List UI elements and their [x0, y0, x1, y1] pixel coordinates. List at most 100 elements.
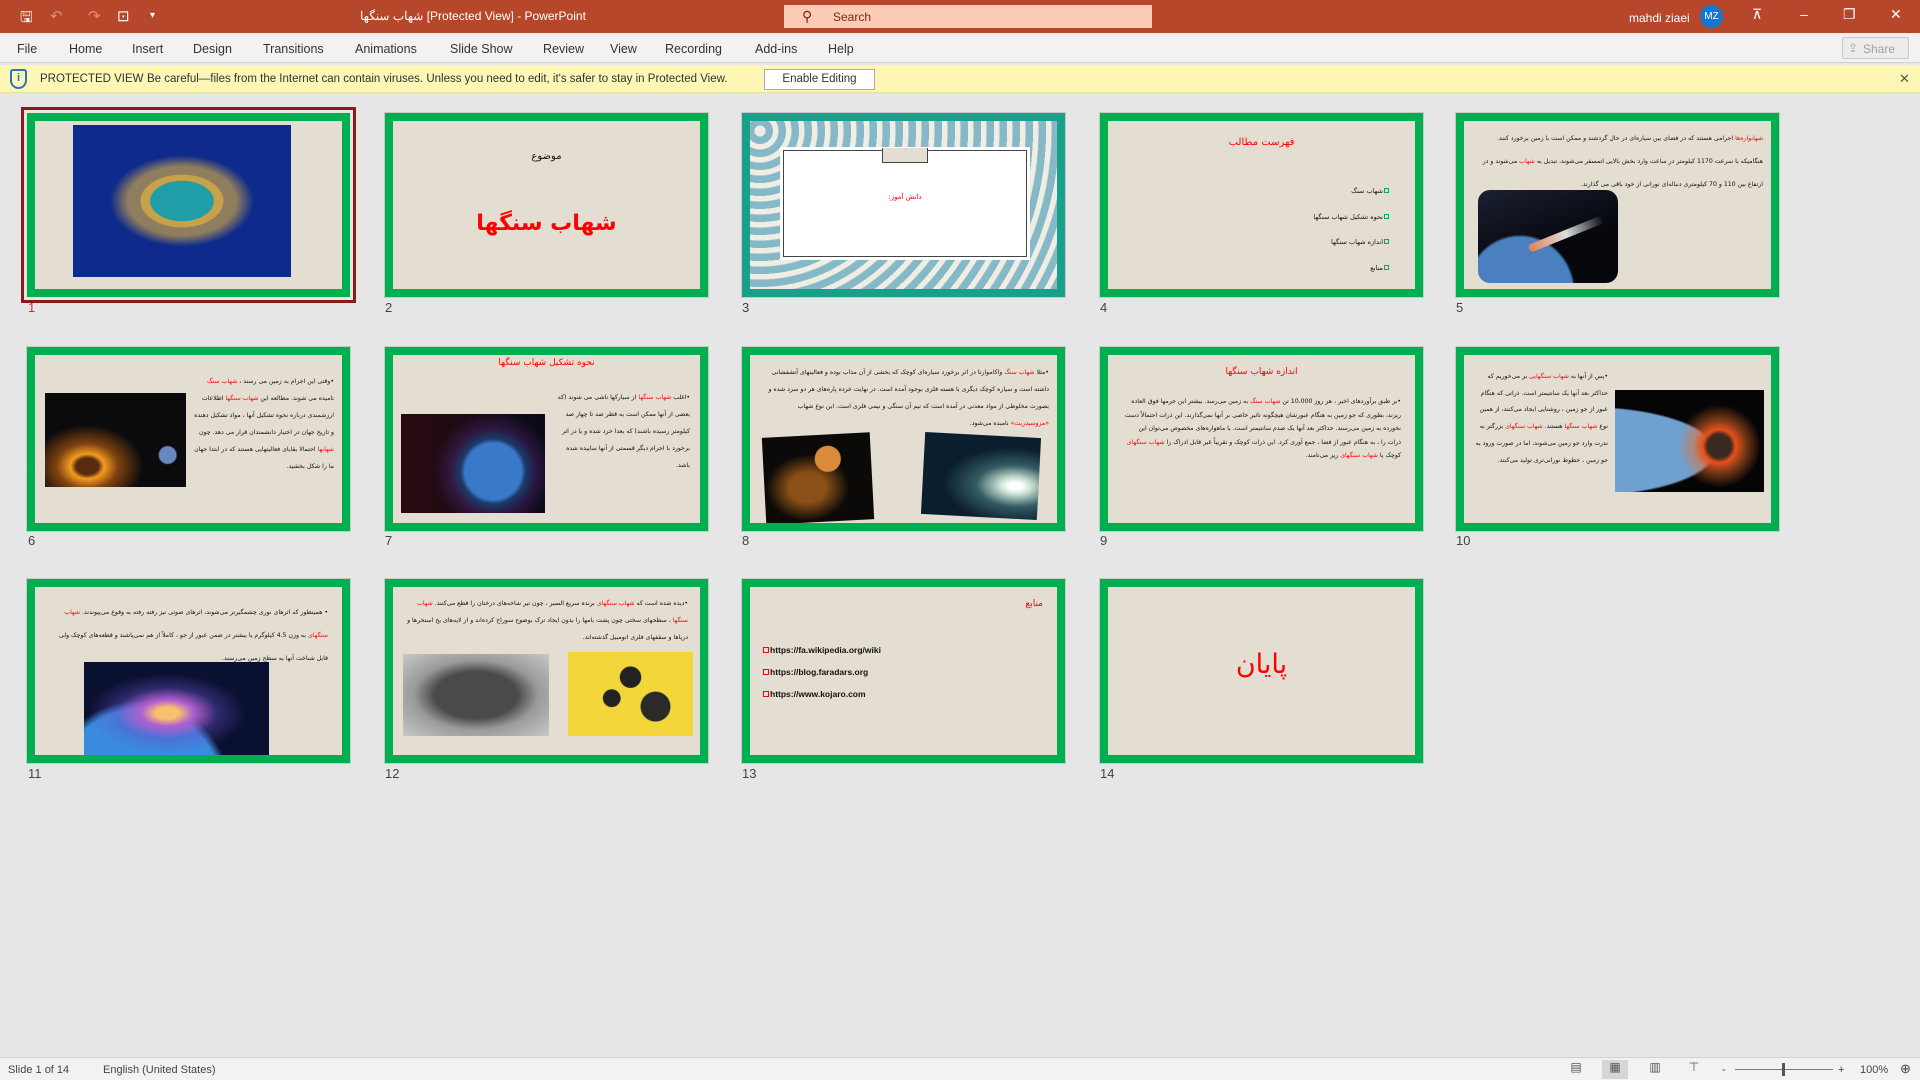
slide-thumbnail-10[interactable]: •پس از آنها به شهاب سنگهایی بر می‌خوریم …: [1455, 346, 1780, 532]
highlight-text: شهاب سنگهایی: [1529, 373, 1569, 380]
slide-thumbnail-13[interactable]: منابع https://fa.wikipedia.org/wiki https…: [741, 578, 1066, 764]
undo-icon[interactable]: ↶: [50, 7, 63, 25]
slide-thumbnail-5[interactable]: شهابواره‌ها اجرامی هستند که در فضای بین …: [1455, 112, 1780, 298]
slide-thumbnail-6[interactable]: •وقتی این اجرام به زمین می رسند ، شهاب س…: [26, 346, 351, 532]
ribbon-display-icon[interactable]: ⊼: [1752, 6, 1762, 23]
minimize-icon[interactable]: –: [1800, 6, 1808, 22]
slide-number: 7: [385, 533, 393, 548]
tab-slide-show[interactable]: Slide Show: [450, 42, 513, 56]
source-url: https://blog.faradars.org: [770, 667, 869, 677]
tab-view[interactable]: View: [610, 42, 637, 56]
slide-number: 9: [1100, 533, 1108, 548]
avatar[interactable]: MZ: [1700, 5, 1723, 28]
source-link: https://blog.faradars.org: [763, 661, 881, 683]
body-text: احتمالا بقایای فعالیتهایی هستند که در اب…: [194, 446, 334, 470]
search-icon: ⚲: [802, 8, 813, 24]
shield-info-icon: i: [10, 69, 27, 89]
presentation-icon[interactable]: ⊡: [117, 7, 130, 25]
customize-toolbar-icon[interactable]: ▾: [150, 10, 155, 21]
close-icon[interactable]: ✕: [1890, 6, 1902, 23]
slide-thumbnail-12[interactable]: •دیده شده است که شهاب سنگهای برنده سریع …: [384, 578, 709, 764]
close-bar-icon[interactable]: ✕: [1899, 71, 1910, 87]
body-text: به زمین می‌رسد. بیشتر این جرمها فوق العا…: [1124, 398, 1401, 446]
protected-view-message: Be careful—files from the Internet can c…: [147, 73, 728, 85]
reading-view-icon[interactable]: ▥: [1642, 1060, 1668, 1079]
slide-thumbnail-4[interactable]: فهرست مطالب شهاب سنگ نحوه تشکیل شهاب سنگه…: [1099, 112, 1424, 298]
tab-add-ins[interactable]: Add-ins: [755, 42, 797, 56]
tab-review[interactable]: Review: [543, 42, 584, 56]
slide-thumbnail-8[interactable]: •مثلا شهاب سنگ واکاموارتا در اثر برخورد …: [741, 346, 1066, 532]
slide-thumbnail-11[interactable]: • همینطور که اثرهای نوری چشمگیرتر می‌شون…: [26, 578, 351, 764]
language-indicator[interactable]: English (United States): [103, 1064, 216, 1076]
tab-design[interactable]: Design: [193, 42, 232, 56]
body-text: •دیده شده است که: [634, 600, 688, 607]
body-text: • همینطور که اثرهای نوری چشمگیرتر می‌شون…: [80, 609, 328, 616]
body-text: •اغلب: [671, 394, 690, 401]
slide-number: 10: [1456, 533, 1471, 548]
meteorite-fragments-image: [568, 652, 693, 736]
checkbox-bullet-icon: [1384, 188, 1389, 193]
slide-thumbnail-3[interactable]: دانش آموز:: [741, 112, 1066, 298]
fit-to-window-icon[interactable]: ⊕: [1900, 1061, 1911, 1077]
sources-list: https://fa.wikipedia.org/wiki https://blo…: [763, 639, 881, 705]
zoom-slider-thumb[interactable]: [1782, 1063, 1785, 1076]
highlight-text: شهابها: [317, 446, 334, 453]
slide-thumbnail-14[interactable]: پایان: [1099, 578, 1424, 764]
slide-number: 8: [742, 533, 750, 548]
source-link: https://fa.wikipedia.org/wiki: [763, 639, 881, 661]
redo-icon[interactable]: ↷: [88, 7, 101, 25]
slide-thumbnail-1[interactable]: [21, 107, 356, 303]
highlight-text: شهاب سنگها: [1564, 423, 1598, 431]
slide-number: 13: [742, 766, 757, 781]
document-title: شهاب سنگها [Protected View] - PowerPoint: [360, 9, 586, 23]
meteorite-rock-image: [403, 654, 549, 736]
highlight-text: شهاب سنگها: [638, 394, 672, 401]
slideshow-view-icon[interactable]: ⊤: [1681, 1060, 1707, 1079]
highlight-text: شهاب سنگهای: [1340, 452, 1378, 459]
share-button[interactable]: ⇪ Share: [1842, 37, 1909, 59]
highlight-text: شهاب سنگهای: [596, 600, 635, 607]
slide-sorter-icon[interactable]: ▦: [1602, 1060, 1628, 1079]
restore-icon[interactable]: ❐: [1843, 6, 1856, 23]
name-frame: دانش آموز:: [780, 147, 1030, 260]
slide-number: 6: [28, 533, 36, 548]
slide-number: 11: [28, 766, 42, 781]
slide-thumbnail-9[interactable]: اندازه شهاب سنگها •بر طبق برآوردهای اخیر…: [1099, 346, 1424, 532]
slide-title: فهرست مطالب: [1228, 137, 1295, 148]
slide-number: 5: [1456, 300, 1464, 315]
highlight-text: شهاب سنگها: [225, 395, 259, 402]
tab-animations[interactable]: Animations: [355, 42, 417, 56]
slide-number: 12: [385, 766, 400, 781]
search-box[interactable]: ⚲ Search: [784, 5, 1152, 28]
tab-home[interactable]: Home: [69, 42, 102, 56]
toc-item: اندازه شهاب سنگها: [1313, 230, 1389, 256]
body-text: اجرامی هستند که در فضای بین سیاره‌ای در …: [1496, 135, 1763, 165]
toc-item-label: نحوه تشکیل شهاب سنگها: [1313, 212, 1383, 221]
zoom-out-button[interactable]: -: [1722, 1064, 1726, 1076]
source-url: https://fa.wikipedia.org/wiki: [770, 645, 881, 655]
zoom-in-button[interactable]: +: [1838, 1064, 1844, 1076]
zoom-level[interactable]: 100%: [1860, 1064, 1888, 1076]
save-icon[interactable]: 🖫: [20, 7, 33, 32]
slide-thumbnail-2[interactable]: موضوع شهاب سنگها: [384, 112, 709, 298]
tab-help[interactable]: Help: [828, 42, 854, 56]
zoom-slider[interactable]: [1735, 1063, 1833, 1076]
checkbox-bullet-icon: [1384, 264, 1389, 270]
enable-editing-button[interactable]: Enable Editing: [764, 69, 875, 90]
body-text: نامیده می‌شود.: [969, 420, 1011, 427]
body-text: •وقتی این اجرام به زمین می رسند ،: [237, 378, 334, 385]
slide-thumbnail-7[interactable]: نحوه تشکیل شهاب سنگها •اغلب شهاب سنگها ا…: [384, 346, 709, 532]
bullet-icon: [763, 647, 769, 653]
tab-transitions[interactable]: Transitions: [263, 42, 324, 56]
user-name[interactable]: mahdi ziaei: [1629, 11, 1690, 25]
highlight-text: شهاب سنگ: [1250, 398, 1281, 405]
source-url: https://www.kojaro.com: [770, 689, 866, 699]
highlight-text: شهاب سنگ: [206, 378, 238, 385]
toc-item-label: اندازه شهاب سنگها: [1330, 238, 1383, 246]
tab-file[interactable]: File: [17, 42, 37, 56]
normal-view-icon[interactable]: ▤: [1563, 1060, 1589, 1079]
tab-insert[interactable]: Insert: [132, 42, 163, 56]
body-text: نامیده می شوند. مطالعه این: [258, 395, 334, 402]
highlight-text: شهابواره‌ها: [1735, 135, 1763, 142]
tab-recording[interactable]: Recording: [665, 42, 722, 56]
